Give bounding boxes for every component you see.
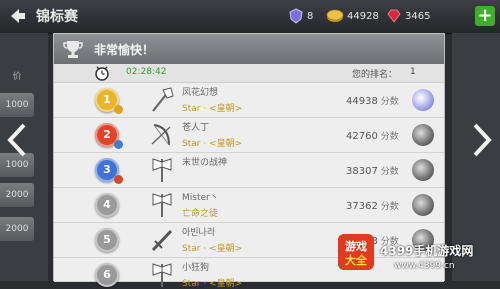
countdown-timer: 02:28:42 — [126, 67, 167, 77]
leaderboard-row[interactable]: 3 末世の战神 38307 分数 — [54, 153, 444, 188]
player-score: 44938 分数 — [346, 94, 399, 107]
leaderboard-row[interactable]: 4 Mister丶 亡命之徒 37362 分数 — [54, 188, 444, 223]
player-guild: Star · <皇朝> — [182, 139, 243, 149]
score-value: 42760 — [346, 131, 378, 142]
score-unit: 分数 — [380, 202, 399, 212]
score-value: 38307 — [346, 166, 378, 177]
next-arrow-icon[interactable] — [471, 122, 493, 158]
leaderboard-row[interactable]: 2 苍人丁 Star · <皇朝> 42760 分数 — [54, 118, 444, 153]
side-button[interactable]: 2000 — [0, 217, 34, 241]
panel-header: 非常愉快！ — [54, 34, 444, 64]
score-unit: 分数 — [380, 167, 399, 177]
score-value: 44938 — [346, 96, 378, 107]
resource-shield-gems: 8 — [288, 7, 313, 25]
shield-gem-icon — [289, 8, 303, 24]
resource-ruby: 3465 — [386, 7, 430, 25]
top-bar: 锦标赛 8 44928 3465 + — [0, 0, 500, 34]
watermark-logo-top: 游戏 — [345, 239, 367, 253]
trophy-icon — [63, 41, 83, 58]
watermark-logo-bottom: 大全 — [345, 253, 368, 267]
double-axe-weapon-icon — [152, 158, 172, 182]
player-name: 风花幻想 — [182, 88, 219, 98]
side-button[interactable]: 2000 — [0, 183, 34, 207]
leaderboard-row[interactable]: 1 风花幻想 Star · <皇朝> 44938 分数 — [54, 83, 444, 118]
rank-medal-gray: 4 — [95, 193, 119, 217]
double-axe-weapon-icon — [152, 193, 172, 217]
rank-badge — [114, 140, 123, 149]
player-guild: Star · <皇朝> — [182, 279, 243, 289]
bow-weapon-icon — [151, 124, 171, 146]
reward-gem-icon — [412, 124, 434, 146]
my-rank-label: 您的排名： — [352, 70, 398, 80]
watermark-logo: 游戏 大全 — [338, 234, 374, 270]
my-rank-value: 1 — [410, 67, 416, 77]
info-bar: 02:28:42 您的排名： 1 — [54, 64, 444, 83]
player-name: 末世の战神 — [182, 158, 228, 168]
player-name: Mister丶 — [182, 193, 219, 203]
player-score: 42760 分数 — [346, 129, 399, 142]
watermark-site: 4399手机游戏网 — [380, 244, 474, 258]
ruby-icon — [387, 9, 401, 23]
player-guild: 亡命之徒 — [182, 209, 219, 219]
add-currency-button[interactable]: + — [475, 6, 495, 26]
panel-title: 非常愉快！ — [94, 43, 155, 57]
rank-medal-gray: 5 — [95, 228, 119, 252]
back-arrow-icon[interactable] — [8, 6, 28, 26]
score-unit: 分数 — [380, 97, 399, 107]
sword-weapon-icon — [151, 229, 173, 252]
reward-gem-icon — [412, 89, 434, 111]
player-guild: Star · <皇朝> — [182, 104, 243, 114]
side-button[interactable]: 1000 — [0, 93, 34, 117]
player-score: 38307 分数 — [346, 164, 399, 177]
player-name: 아빈나라 — [182, 228, 216, 238]
resource-gold: 44928 — [326, 7, 379, 25]
side-price-label: 价 — [12, 72, 22, 82]
axe-weapon-icon — [152, 263, 172, 287]
clock-icon — [95, 66, 109, 81]
reward-gem-icon — [412, 159, 434, 181]
gold-count: 44928 — [347, 10, 379, 22]
page-title: 锦标赛 — [36, 9, 78, 25]
reward-gem-icon — [412, 194, 434, 216]
rank-badge — [114, 105, 123, 114]
player-name: 苍人丁 — [182, 123, 210, 133]
rank-badge — [114, 175, 123, 184]
shield-gem-count: 8 — [307, 10, 314, 22]
player-score: 37362 分数 — [346, 199, 399, 212]
gold-coin-icon — [326, 9, 344, 22]
score-unit: 分数 — [380, 132, 399, 142]
watermark-url: www.4399.cn — [394, 261, 455, 271]
player-name: 小狂狗 — [182, 263, 210, 273]
rank-medal-gray: 6 — [95, 263, 119, 287]
ruby-count: 3465 — [405, 10, 431, 22]
previous-arrow-icon[interactable] — [6, 122, 28, 158]
site-watermark: 游戏 大全 4399手机游戏网 www.4399.cn — [336, 232, 500, 281]
player-guild: Star · <皇朝> — [182, 244, 243, 254]
score-value: 37362 — [346, 201, 378, 212]
axe-weapon-icon — [152, 87, 174, 112]
